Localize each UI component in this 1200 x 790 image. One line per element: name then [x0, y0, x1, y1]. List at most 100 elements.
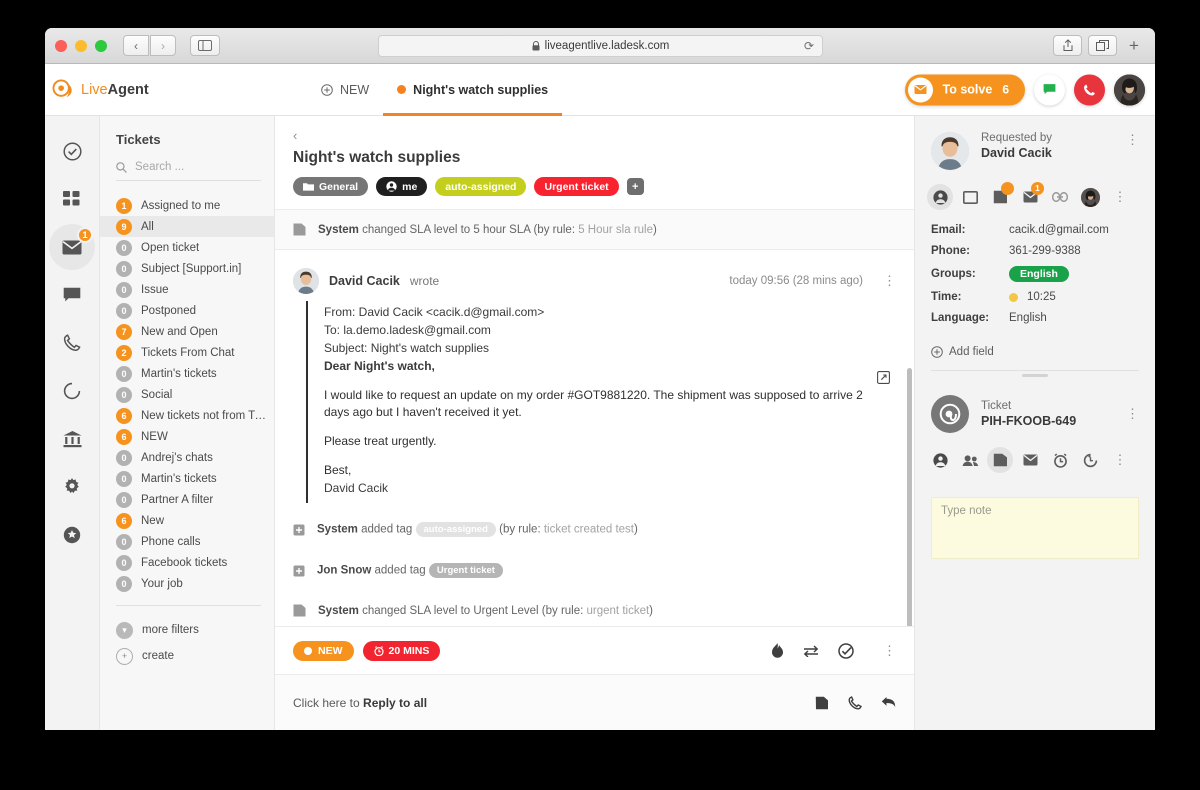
create-filter-button[interactable]: + create	[100, 643, 274, 669]
filter-row[interactable]: 0 Andrej's chats	[100, 447, 274, 468]
filter-row[interactable]: 0 Open ticket	[100, 237, 274, 258]
more-filters-button[interactable]: ▾ more filters	[100, 617, 274, 643]
contact-tab-avatar[interactable]	[1077, 184, 1103, 210]
ticket-card-info: Ticket PIH-FKOOB-649	[981, 400, 1076, 428]
ticket-card-menu-button[interactable]: ⋮	[1126, 406, 1139, 422]
flame-icon[interactable]	[771, 642, 784, 659]
ticket-tab-notes[interactable]	[987, 447, 1013, 473]
chat-button[interactable]	[1034, 74, 1065, 105]
maximize-window-button[interactable]	[95, 39, 107, 52]
filter-row[interactable]: 0 Martin's tickets	[100, 363, 274, 384]
reply-to-all-link[interactable]: Reply to all	[363, 696, 427, 710]
ticket-tab-people[interactable]	[957, 447, 983, 473]
close-window-button[interactable]	[55, 39, 67, 52]
thread-scrollbar[interactable]	[907, 368, 912, 626]
phone-button[interactable]	[1074, 74, 1105, 105]
nav-buttons[interactable]: ‹ ›	[123, 35, 176, 56]
message-block: David Cacik wrote today 09:56 (28 mins a…	[275, 250, 914, 509]
back-button[interactable]: ‹	[123, 35, 149, 56]
tag-auto-assigned[interactable]: auto-assigned	[435, 177, 527, 196]
ticket-tab-history[interactable]	[1077, 447, 1103, 473]
rail-item-bank[interactable]	[49, 416, 95, 462]
user-avatar[interactable]	[1114, 74, 1145, 105]
tag-general[interactable]: General	[293, 177, 369, 196]
filter-row[interactable]: 0 Facebook tickets	[100, 552, 274, 573]
contact-tab-notes[interactable]	[987, 182, 1014, 210]
rail-item-chats[interactable]	[49, 272, 95, 318]
filter-row[interactable]: 0 Postponed	[100, 300, 274, 321]
filter-row[interactable]: 6 New	[100, 510, 274, 531]
add-tag-button[interactable]: +	[626, 178, 644, 195]
rail-item-tickets[interactable]: 1	[49, 224, 95, 270]
rail-item-calls[interactable]	[49, 320, 95, 366]
contact-tab-person[interactable]	[927, 184, 953, 210]
tab-nights-watch-supplies[interactable]: Night's watch supplies	[383, 64, 562, 116]
forward-button[interactable]: ›	[150, 35, 176, 56]
transfer-icon[interactable]	[803, 644, 819, 657]
minimize-window-button[interactable]	[75, 39, 87, 52]
event-rule: 5 Hour sla rule	[578, 223, 654, 236]
rail-item-check-circle[interactable]	[49, 128, 95, 174]
liveagent-logo[interactable]: LiveAgent	[52, 79, 307, 101]
filter-row[interactable]: 0 Phone calls	[100, 531, 274, 552]
open-external-icon[interactable]	[877, 371, 890, 384]
ticket-tab-person[interactable]	[927, 447, 953, 473]
rail-item-refresh[interactable]	[49, 368, 95, 414]
contact-tab-more[interactable]: ⋮	[1107, 184, 1133, 210]
filter-row[interactable]: 2 Tickets From Chat	[100, 342, 274, 363]
new-tab-button[interactable]: +	[1123, 36, 1145, 56]
requester-menu-button[interactable]: ⋮	[1126, 132, 1139, 148]
reply-bar[interactable]: Click here to Reply to all	[275, 674, 914, 730]
back-to-list-button[interactable]: ‹	[293, 128, 896, 143]
ticket-tab-emails[interactable]	[1017, 447, 1043, 473]
window-controls[interactable]	[55, 39, 107, 52]
tabs-icon[interactable]	[1088, 35, 1117, 56]
group-badge[interactable]: English	[1009, 266, 1069, 282]
contact-tab-window[interactable]	[957, 184, 983, 210]
add-field-button[interactable]: Add field	[931, 346, 1139, 358]
contact-tab-emails[interactable]: 1	[1017, 182, 1044, 210]
message-menu-button[interactable]: ⋮	[883, 273, 896, 289]
tag-me[interactable]: me	[376, 177, 428, 196]
envelope-icon	[1023, 454, 1037, 466]
filter-row[interactable]: 1 Assigned to me	[100, 195, 274, 216]
alarm-icon	[373, 645, 384, 656]
share-icon[interactable]	[1053, 35, 1082, 56]
rail-item-settings[interactable]	[49, 464, 95, 510]
sla-timer-badge[interactable]: 20 MINS	[362, 640, 441, 661]
filter-row[interactable]: 6 New tickets not from Twi…	[100, 405, 274, 426]
field-value[interactable]: 361-299-9388	[1009, 245, 1081, 257]
filter-row[interactable]: 0 Your job	[100, 573, 274, 594]
filter-row[interactable]: 6 NEW	[100, 426, 274, 447]
search-row[interactable]	[116, 161, 261, 181]
status-badge[interactable]: NEW	[293, 640, 354, 661]
search-input[interactable]	[135, 161, 255, 173]
to-solve-button[interactable]: To solve 6	[904, 74, 1025, 105]
reload-button[interactable]: ⟳	[804, 39, 814, 53]
sidebar-toggle-button[interactable]	[190, 35, 220, 56]
rail-item-star[interactable]	[49, 512, 95, 558]
address-bar[interactable]: liveagentlive.ladesk.com ⟳	[378, 35, 823, 57]
filter-row[interactable]: 9 All	[100, 216, 274, 237]
note-input[interactable]: Type note	[931, 497, 1139, 559]
reply-arrow-icon[interactable]	[881, 696, 896, 709]
phone-icon[interactable]	[848, 695, 862, 710]
ticket-tab-more[interactable]: ⋮	[1107, 447, 1133, 473]
filter-row[interactable]: 7 New and Open	[100, 321, 274, 342]
ticket-more-menu-button[interactable]: ⋮	[883, 643, 896, 659]
field-key: Email:	[931, 224, 966, 236]
panel-resize-handle[interactable]	[1022, 374, 1048, 377]
ticket-tab-reminder[interactable]	[1047, 447, 1073, 473]
tab-new[interactable]: NEW	[307, 64, 383, 116]
field-value[interactable]: cacik.d@gmail.com	[1009, 224, 1109, 236]
rail-item-dashboard[interactable]	[49, 176, 95, 222]
filter-row[interactable]: 0 Issue	[100, 279, 274, 300]
filter-row[interactable]: 0 Partner A filter	[100, 489, 274, 510]
resolve-icon[interactable]	[838, 642, 854, 659]
filter-row[interactable]: 0 Social	[100, 384, 274, 405]
filter-row[interactable]: 0 Martin's tickets	[100, 468, 274, 489]
tag-urgent-ticket[interactable]: Urgent ticket	[534, 177, 619, 196]
note-icon[interactable]	[815, 696, 829, 710]
contact-tab-links[interactable]	[1047, 184, 1073, 210]
filter-row[interactable]: 0 Subject [Support.in]	[100, 258, 274, 279]
